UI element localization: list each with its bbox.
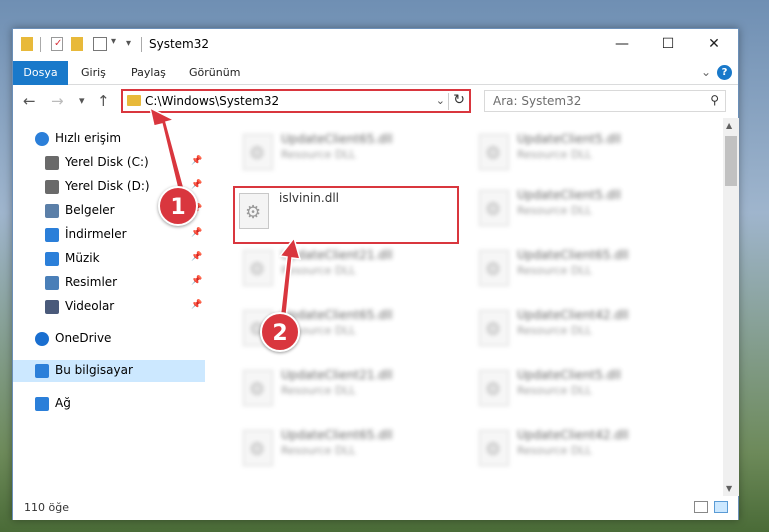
- arrow-2: [278, 236, 302, 319]
- annotation-arrows: [148, 106, 302, 319]
- step-2-badge: 2: [260, 312, 300, 352]
- step-1-badge: 1: [158, 186, 198, 226]
- arrow-1: [148, 106, 185, 191]
